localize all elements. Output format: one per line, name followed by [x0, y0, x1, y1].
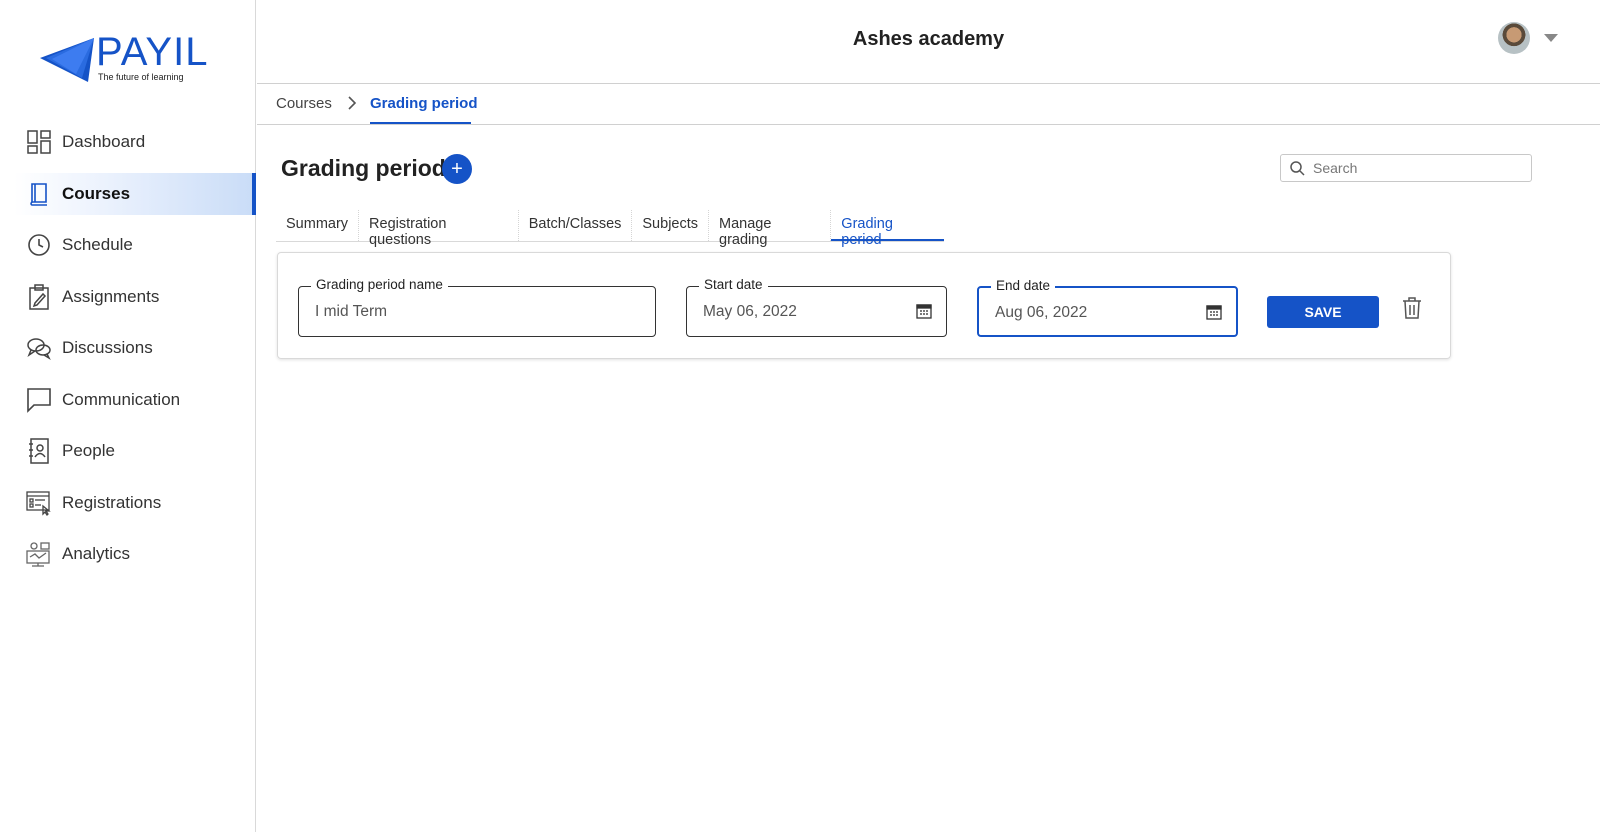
tab-batch-classes[interactable]: Batch/Classes — [519, 210, 633, 241]
logo-wordmark: PAYIL — [96, 30, 209, 74]
sidebar-item-schedule[interactable]: Schedule — [0, 224, 256, 266]
sidebar-item-discussions[interactable]: Discussions — [0, 327, 256, 369]
grading-period-card: Grading period name I mid Term Start dat… — [277, 252, 1451, 359]
grading-period-name-field[interactable]: Grading period name I mid Term — [298, 277, 656, 337]
payil-logo[interactable]: PAYIL The future of learning — [38, 30, 218, 86]
end-date-label: End date — [991, 278, 1056, 293]
sidebar-item-courses[interactable]: Courses — [14, 172, 256, 215]
tab-manage-grading[interactable]: Manage grading — [709, 210, 832, 248]
sidebar-item-label: Schedule — [62, 235, 133, 254]
add-grading-period-button[interactable]: + — [442, 154, 472, 184]
sidebar-item-label: Dashboard — [62, 132, 146, 151]
start-date-field[interactable]: Start date May 06, 2022 — [686, 277, 947, 337]
start-date-value[interactable]: May 06, 2022 — [703, 303, 797, 321]
plus-icon: + — [451, 157, 463, 180]
end-date-field[interactable]: End date Aug 06, 2022 — [977, 278, 1238, 337]
analytics-icon — [26, 541, 52, 567]
breadcrumb-active-underline — [370, 122, 471, 124]
breadcrumb: Courses Grading period — [257, 84, 1600, 125]
top-header: Ashes academy — [257, 0, 1600, 84]
contact-book-icon — [26, 438, 52, 464]
book-icon — [26, 181, 52, 207]
start-date-label: Start date — [699, 277, 768, 292]
app-title: Ashes academy — [852, 28, 1005, 50]
page-title: Grading period — [281, 155, 446, 181]
trash-icon[interactable] — [1402, 297, 1424, 323]
chat-bubbles-icon — [26, 335, 52, 361]
sidebar-item-label: Communication — [62, 389, 181, 409]
sidebar-item-assignments[interactable]: Assignments — [0, 276, 256, 318]
tab-summary[interactable]: Summary — [276, 210, 360, 241]
sidebar-item-communication[interactable]: Communication — [0, 379, 256, 421]
tab-registration-questions[interactable]: Registration questions — [359, 210, 519, 248]
grading-period-name-label: Grading period name — [311, 277, 448, 292]
calendar-icon[interactable] — [916, 303, 932, 324]
save-button[interactable]: SAVE — [1267, 296, 1379, 328]
chevron-down-icon[interactable] — [1544, 34, 1558, 42]
sidebar-item-analytics[interactable]: Analytics — [0, 533, 256, 575]
sidebar-item-registrations[interactable]: Registrations — [0, 482, 256, 524]
sidebar-item-dashboard[interactable]: Dashboard — [0, 121, 256, 163]
breadcrumb-courses[interactable]: Courses — [276, 95, 332, 112]
sidebar: PAYIL The future of learning Dashboard C… — [0, 0, 256, 832]
sidebar-item-people[interactable]: People — [0, 430, 256, 472]
registration-form-icon — [26, 490, 52, 516]
sidebar-item-label: Courses — [62, 183, 131, 203]
sidebar-item-label: Assignments — [62, 286, 160, 306]
dashboard-icon — [26, 129, 52, 155]
grading-period-name-value[interactable]: I mid Term — [315, 303, 387, 321]
logo-mark-icon — [40, 38, 94, 82]
calendar-icon[interactable] — [1206, 304, 1222, 325]
search-input[interactable] — [1313, 160, 1513, 176]
sidebar-item-label: People — [62, 441, 115, 460]
sidebar-item-label: Discussions — [62, 338, 153, 357]
user-avatar[interactable] — [1498, 22, 1530, 54]
breadcrumb-grading-period[interactable]: Grading period — [370, 95, 478, 112]
course-tabs: Summary Registration questions Batch/Cla… — [276, 210, 944, 248]
end-date-value[interactable]: Aug 06, 2022 — [995, 304, 1087, 322]
clock-icon — [26, 232, 52, 258]
message-square-icon — [26, 387, 52, 413]
search-box — [1280, 154, 1532, 182]
search-icon — [1290, 161, 1305, 176]
sidebar-item-label: Analytics — [62, 544, 131, 563]
sidebar-nav: Dashboard Courses Schedule Assignments D… — [0, 121, 256, 585]
tab-grading-period[interactable]: Grading period — [831, 210, 944, 248]
clipboard-pencil-icon — [26, 283, 52, 310]
tab-subjects[interactable]: Subjects — [632, 210, 710, 241]
logo-tagline: The future of learning — [98, 72, 184, 82]
chevron-right-icon — [347, 95, 357, 115]
sidebar-item-label: Registrations — [62, 492, 162, 512]
